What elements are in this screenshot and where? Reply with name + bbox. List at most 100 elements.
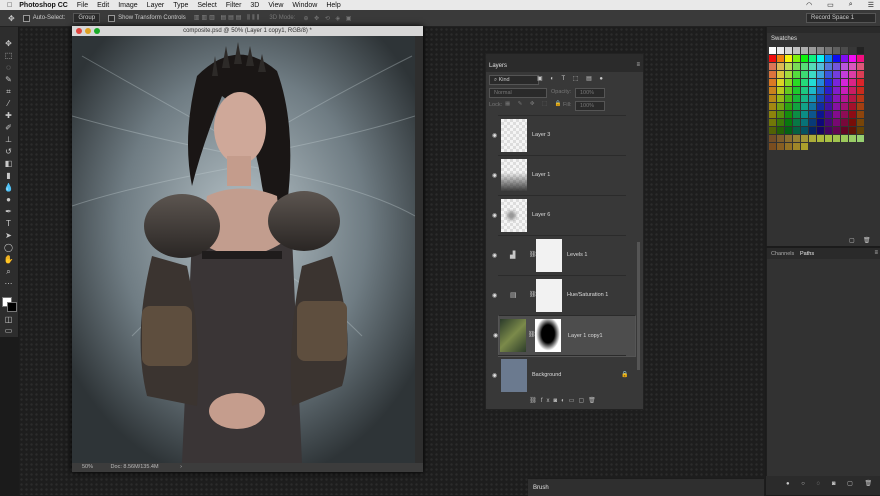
swatch[interactable] [769,103,776,110]
swatch[interactable] [825,63,832,70]
brush-tab[interactable]: Brush [533,485,549,491]
swatch[interactable] [777,87,784,94]
new-layer-icon[interactable]: ▢ [578,398,588,404]
swatch[interactable] [801,55,808,62]
swatch[interactable] [817,87,824,94]
swatch[interactable] [841,55,848,62]
swatch[interactable] [833,127,840,134]
layer-row-layer-1-copy1[interactable]: ◉ ⛓ Layer 1 copy1 [493,315,636,357]
opacity-field[interactable]: 100% [575,88,605,98]
healing-tool[interactable]: ✚ [3,111,14,121]
zoom-level[interactable]: 50% [82,464,93,470]
menu-view[interactable]: View [268,2,283,9]
swatch[interactable] [809,127,816,134]
move-tool-icon[interactable]: ✥ [8,14,15,23]
swatch[interactable] [833,55,840,62]
swatch[interactable] [841,111,848,118]
swatch[interactable] [857,63,864,70]
trash-icon[interactable]: 🗑 [588,398,600,404]
swatches-collapse-bar[interactable] [767,27,880,33]
more-tools[interactable]: ⋯ [3,279,14,289]
menu-file[interactable]: File [77,2,88,9]
move-tool[interactable]: ✥ [3,39,14,49]
swatch[interactable] [793,87,800,94]
search-icon[interactable]: ⌕ [849,1,853,9]
swatch[interactable] [825,103,832,110]
swatch[interactable] [817,47,824,54]
swatch[interactable] [841,87,848,94]
document-title-bar[interactable]: composite.psd @ 50% (Layer 1 copy1, RGB/… [72,26,423,36]
swatch[interactable] [769,95,776,102]
group-folder-icon[interactable]: ▭ [569,398,579,404]
visibility-eye-icon[interactable]: ◉ [492,172,497,179]
swatch[interactable] [841,79,848,86]
zoom-button[interactable] [94,28,100,34]
wifi-icon[interactable]: ◠ [806,1,812,9]
swatch[interactable] [785,143,792,150]
swatch[interactable] [785,95,792,102]
swatch[interactable] [793,63,800,70]
menu-help[interactable]: Help [326,2,340,9]
swatch[interactable] [801,119,808,126]
swatch[interactable] [825,95,832,102]
swatch[interactable] [833,71,840,78]
layer-row-layer-6[interactable]: ◉ Layer 6 [492,195,626,236]
gradient-tool[interactable]: ▮ [3,171,14,181]
swatch[interactable] [849,119,856,126]
swatches-tab[interactable]: Swatches [771,36,797,42]
swatch[interactable] [833,111,840,118]
swatch[interactable] [769,119,776,126]
menu-window[interactable]: Window [292,2,317,9]
swatch-grid[interactable] [769,47,864,150]
swatch[interactable] [833,63,840,70]
swatch[interactable] [801,135,808,142]
swatch[interactable] [833,47,840,54]
swatch[interactable] [825,119,832,126]
swatch[interactable] [849,135,856,142]
swatch[interactable] [857,87,864,94]
delete-swatch-icon[interactable]: 🗑 [863,237,871,244]
swatch[interactable] [841,63,848,70]
swatch[interactable] [825,79,832,86]
crop-tool[interactable]: ⌗ [3,87,14,97]
swatch[interactable] [833,119,840,126]
group-select[interactable]: Group [73,13,101,23]
swatch[interactable] [809,111,816,118]
swatch[interactable] [777,143,784,150]
swatch[interactable] [769,47,776,54]
brush-tool[interactable]: ✐ [3,123,14,133]
swatch[interactable] [857,95,864,102]
blend-mode-select[interactable]: Normal [489,88,547,98]
layer-row-hue-saturation-1[interactable]: ◉ ▤ ⛓ Hue/Saturation 1 [492,275,626,316]
blur-tool[interactable]: 💧 [3,183,14,193]
layer-row-levels-1[interactable]: ◉ ▟ ⛓ Levels 1 [492,235,626,276]
channels-menu-icon[interactable]: ≡ [874,250,878,256]
align-icons[interactable]: ▥▥▥ ▤▤▤ ⫼⫼⫼ [194,14,262,22]
swatch[interactable] [793,71,800,78]
swatch[interactable] [801,143,808,150]
swatch[interactable] [785,79,792,86]
swatch[interactable] [785,87,792,94]
swatch[interactable] [801,95,808,102]
mode-3d-icons[interactable]: ⊕ ✥ ⟲ ◈ ▣ [303,15,353,22]
auto-select-option[interactable]: Auto-Select: [22,14,65,22]
path-tool-icons[interactable]: ● ○ ◌ ◙ ▢ 🗑 [786,480,877,487]
menu-edit[interactable]: Edit [97,2,109,9]
swatch[interactable] [841,71,848,78]
history-brush-tool[interactable]: ↺ [3,147,14,157]
swatch[interactable] [809,87,816,94]
swatch[interactable] [769,135,776,142]
swatch[interactable] [825,71,832,78]
layers-scrollbar[interactable] [637,242,640,370]
swatch[interactable] [833,103,840,110]
swatch[interactable] [817,127,824,134]
swatch[interactable] [809,135,816,142]
hand-tool[interactable]: ✋ [3,255,14,265]
status-menu-icon[interactable]: › [180,464,182,470]
swatch[interactable] [809,71,816,78]
link-layers-icon[interactable]: ⛓ [529,398,541,404]
swatch[interactable] [769,55,776,62]
swatch[interactable] [777,135,784,142]
swatch[interactable] [777,71,784,78]
swatch[interactable] [801,47,808,54]
